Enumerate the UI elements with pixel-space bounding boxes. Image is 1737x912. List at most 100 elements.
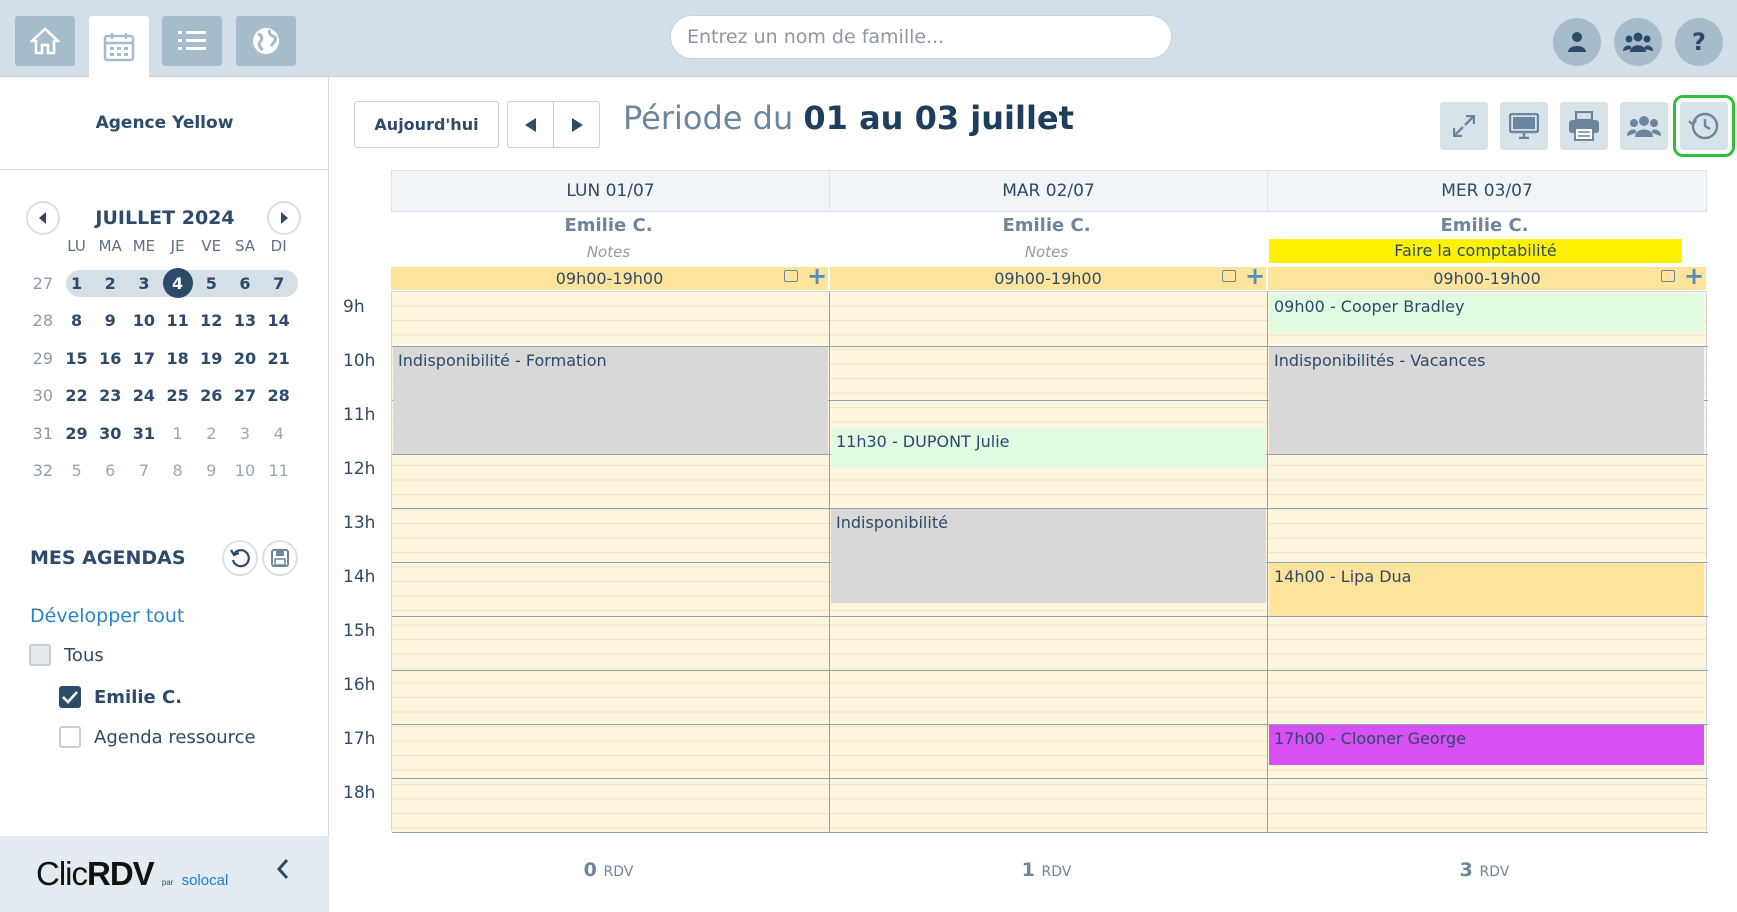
group-button[interactable] bbox=[1614, 18, 1662, 66]
calendar-day[interactable]: 25 bbox=[161, 386, 195, 405]
week-number[interactable]: 32 bbox=[26, 461, 60, 480]
appointment-block[interactable]: 09h00 - Cooper Bradley bbox=[1269, 293, 1704, 333]
appointment-block[interactable]: 14h00 - Lipa Dua bbox=[1269, 563, 1704, 616]
reset-button[interactable] bbox=[222, 540, 258, 576]
calendar-day[interactable]: 24 bbox=[127, 386, 161, 405]
calendar-day[interactable]: 15 bbox=[60, 349, 94, 368]
today-marker: 4 bbox=[162, 268, 193, 299]
calendar-day[interactable]: 2 bbox=[93, 274, 127, 293]
copy-icon[interactable] bbox=[1222, 270, 1236, 282]
list-button[interactable] bbox=[162, 16, 222, 66]
weekday-header: LU MA ME JE VE SA DI bbox=[26, 227, 296, 265]
day-note-highlight[interactable]: Faire la comptabilité bbox=[1269, 239, 1682, 263]
calendar-day[interactable]: 16 bbox=[93, 349, 127, 368]
arrow-right-icon bbox=[571, 117, 583, 132]
calendar-day[interactable]: 10 bbox=[228, 461, 262, 480]
hour-gridline bbox=[392, 832, 1708, 833]
fullscreen-button[interactable] bbox=[1440, 102, 1488, 150]
calendar-day[interactable]: 7 bbox=[127, 461, 161, 480]
copy-icon[interactable] bbox=[784, 270, 798, 282]
calendar-day[interactable]: 23 bbox=[93, 386, 127, 405]
calendar-day[interactable]: 19 bbox=[194, 349, 228, 368]
history-button[interactable] bbox=[1673, 95, 1735, 157]
calendar-day[interactable]: 3 bbox=[127, 274, 161, 293]
rdv-count: 3 RDV bbox=[1267, 859, 1702, 881]
agent-name: Emilie C. bbox=[564, 215, 653, 236]
today-button[interactable]: Aujourd'hui bbox=[354, 101, 499, 148]
week-number[interactable]: 29 bbox=[26, 349, 60, 368]
calendar-day[interactable]: 20 bbox=[228, 349, 262, 368]
hour-label: 14h bbox=[343, 567, 376, 587]
calendar-day[interactable]: 11 bbox=[262, 461, 296, 480]
expand-all-link[interactable]: Développer tout bbox=[30, 605, 184, 627]
day-notes[interactable]: Notes bbox=[391, 243, 826, 261]
calendar-day[interactable]: 4 bbox=[161, 268, 195, 299]
calendar-day[interactable]: 10 bbox=[127, 311, 161, 330]
calendar-day[interactable]: 8 bbox=[60, 311, 94, 330]
calendar-day[interactable]: 2 bbox=[194, 424, 228, 443]
calendar-day[interactable]: 9 bbox=[93, 311, 127, 330]
calendar-day[interactable]: 5 bbox=[60, 461, 94, 480]
week-number[interactable]: 28 bbox=[26, 311, 60, 330]
unavailability-block[interactable]: Indisponibilité bbox=[831, 509, 1266, 603]
unavailability-block[interactable]: Indisponibilité - Formation bbox=[393, 347, 828, 454]
calendar-day[interactable]: 9 bbox=[194, 461, 228, 480]
add-appointment-button[interactable]: + bbox=[1684, 262, 1704, 290]
calendar-day[interactable]: 7 bbox=[262, 274, 296, 293]
week-number[interactable]: 31 bbox=[26, 424, 60, 443]
calendar-day[interactable]: 26 bbox=[194, 386, 228, 405]
calendar-day[interactable]: 1 bbox=[60, 274, 94, 293]
calendar-day[interactable]: 31 bbox=[127, 424, 161, 443]
calendar-day[interactable]: 11 bbox=[161, 311, 195, 330]
hour-gridline bbox=[392, 670, 1708, 671]
resource-checkbox[interactable] bbox=[59, 726, 81, 748]
calendar-day[interactable]: 22 bbox=[60, 386, 94, 405]
appointment-block[interactable]: 17h00 - Clooner George bbox=[1269, 725, 1704, 765]
emilie-checkbox[interactable] bbox=[59, 686, 81, 708]
calendar-day[interactable]: 6 bbox=[93, 461, 127, 480]
week-number[interactable]: 30 bbox=[26, 386, 60, 405]
calendar-day[interactable]: 17 bbox=[127, 349, 161, 368]
calendar-day[interactable]: 30 bbox=[93, 424, 127, 443]
calendar-day[interactable]: 4 bbox=[262, 424, 296, 443]
appointment-block[interactable]: 11h30 - DUPONT Julie bbox=[831, 428, 1266, 468]
calendar-day[interactable]: 12 bbox=[194, 311, 228, 330]
group-icon bbox=[1623, 32, 1653, 52]
calendar-day[interactable]: 13 bbox=[228, 311, 262, 330]
calendar-weeks: 27 1 2 3 4 5 6 7 28 8 9 10 11 12 13 14 29 15 16 17 18 19 20 21 3… bbox=[26, 265, 298, 490]
next-period-button[interactable] bbox=[553, 101, 600, 148]
help-button[interactable]: ? bbox=[1675, 18, 1723, 66]
copy-icon[interactable] bbox=[1661, 270, 1675, 282]
weekday-label: VE bbox=[201, 236, 222, 255]
save-button[interactable] bbox=[262, 540, 298, 576]
calendar-day[interactable]: 27 bbox=[228, 386, 262, 405]
unavailability-block[interactable]: Indisponibilités - Vacances bbox=[1269, 347, 1704, 454]
user-button[interactable] bbox=[1553, 18, 1601, 66]
calendar-day[interactable]: 1 bbox=[161, 424, 195, 443]
team-view-button[interactable] bbox=[1620, 102, 1668, 150]
globe-button[interactable] bbox=[236, 16, 296, 66]
day-notes[interactable]: Notes bbox=[829, 243, 1264, 261]
calendar-day[interactable]: 21 bbox=[262, 349, 296, 368]
collapse-sidebar-button[interactable] bbox=[276, 854, 290, 887]
home-button[interactable] bbox=[15, 16, 75, 66]
print-button[interactable] bbox=[1560, 102, 1608, 150]
all-checkbox[interactable] bbox=[29, 644, 51, 666]
my-agendas-title: MES AGENDAS bbox=[30, 547, 186, 569]
calendar-button[interactable] bbox=[89, 16, 149, 77]
prev-period-button[interactable] bbox=[507, 101, 554, 148]
calendar-day[interactable]: 14 bbox=[262, 311, 296, 330]
calendar-day[interactable]: 18 bbox=[161, 349, 195, 368]
calendar-day[interactable]: 28 bbox=[262, 386, 296, 405]
calendar-day[interactable]: 29 bbox=[60, 424, 94, 443]
add-appointment-button[interactable]: + bbox=[1245, 262, 1265, 290]
search-input[interactable] bbox=[670, 15, 1172, 59]
hour-label: 18h bbox=[343, 783, 376, 803]
week-number[interactable]: 27 bbox=[26, 274, 60, 293]
add-appointment-button[interactable]: + bbox=[807, 262, 827, 290]
calendar-day[interactable]: 3 bbox=[228, 424, 262, 443]
calendar-day[interactable]: 5 bbox=[194, 274, 228, 293]
calendar-day[interactable]: 8 bbox=[161, 461, 195, 480]
display-button[interactable] bbox=[1500, 102, 1548, 150]
calendar-day[interactable]: 6 bbox=[228, 274, 262, 293]
